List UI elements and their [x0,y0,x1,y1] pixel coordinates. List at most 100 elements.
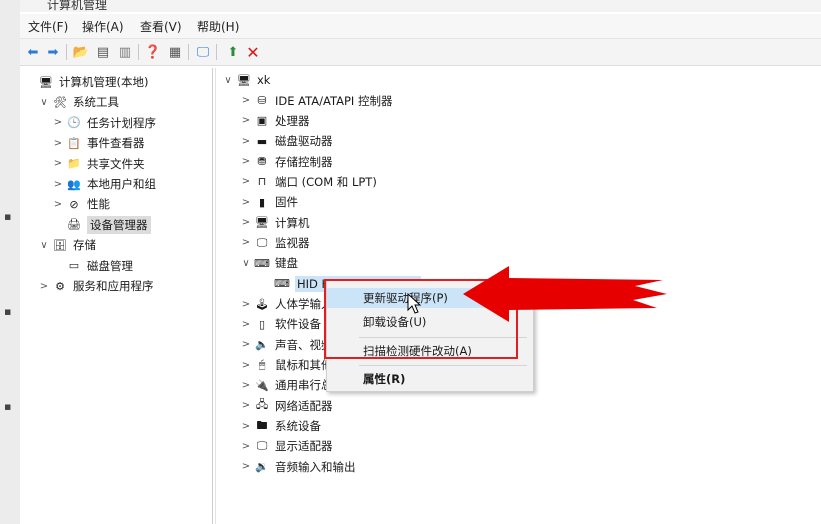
expand-arrow-icon[interactable]: > [240,176,252,187]
expand-arrow-icon[interactable]: > [240,115,252,126]
usb-icon: 🔌 [255,378,269,392]
device-category[interactable]: > 🖿 系统设备 [240,416,321,436]
expand-arrow-icon[interactable]: > [240,95,252,106]
audio-icon: 🔉 [255,460,269,474]
performance-icon: ⊘ [69,197,79,211]
nav-item-label: 服务和应用程序 [73,279,154,293]
toolbar-separator [138,44,139,60]
device-label: 网络适配器 [275,398,333,413]
nav-item[interactable]: > ⚙ 服务和应用程序 [38,276,154,296]
clock-icon: 🕒 [67,116,81,130]
device-category[interactable]: > ▯ 软件设备 [240,314,321,334]
expand-arrow-icon[interactable]: ∨ [38,97,50,108]
device-label: 键盘 [275,256,298,271]
device-category[interactable]: > ⛁ IDE ATA/ATAPI 控制器 [240,91,393,111]
desktop-edge: ▪ ▪ ▪ [0,0,21,524]
menu-action[interactable]: 操作(A) [82,18,124,35]
expand-arrow-icon[interactable]: > [240,400,252,411]
device-label: 显示适配器 [275,439,333,454]
uninstall-icon[interactable]: ✕ [244,43,262,62]
expand-arrow-icon[interactable]: > [52,117,64,128]
back-icon[interactable]: ⬅ [24,43,42,61]
menu-help[interactable]: 帮助(H) [197,18,239,35]
nav-item-label: 磁盘管理 [87,258,133,273]
toolbar-separator [188,44,189,60]
list-icon[interactable]: ▥ [116,43,134,61]
computer-icon: 🖥 [237,73,251,87]
properties-label: 属性(R) [363,372,406,386]
device-category[interactable]: > ▮ 固件 [240,192,298,212]
nav-item-label: 系统工具 [73,95,119,110]
monitor-icon[interactable]: 🖵 [194,43,212,61]
device-label: 端口 (COM 和 LPT) [275,174,377,189]
annotation-arrow-icon [463,266,667,322]
expand-arrow-icon[interactable]: > [240,197,252,208]
device-category[interactable]: > 🖧 网络适配器 [240,396,333,416]
device-label: 监视器 [275,235,310,250]
expand-arrow-icon[interactable]: > [52,158,64,169]
expand-arrow-icon[interactable]: > [240,136,252,147]
nav-item[interactable]: ∨ 🗄 存储 [38,235,96,255]
expand-arrow-icon[interactable]: > [240,380,252,391]
menu-view[interactable]: 查看(V) [140,18,182,35]
help-icon[interactable]: ❓ [144,43,162,61]
device-category[interactable]: > ▣ 处理器 [240,111,310,131]
device-label: 音频输入和输出 [275,459,356,474]
nav-item[interactable]: 🖨 设备管理器 [52,215,151,235]
menu-file[interactable]: 文件(F) [28,18,68,35]
expand-arrow-icon[interactable]: > [240,217,252,228]
properties-menu-item[interactable]: 属性(R) [327,369,533,389]
nav-item[interactable]: > 👥 本地用户和组 [52,174,156,194]
expand-arrow-icon[interactable]: > [240,237,252,248]
device-category[interactable]: > 🖥 计算机 [240,213,310,233]
expand-arrow-icon[interactable]: ∨ [38,240,50,251]
nav-item[interactable]: > 📋 事件查看器 [52,133,145,153]
expand-arrow-icon[interactable]: > [240,299,252,310]
up-folder-icon[interactable]: 📂 [72,43,90,61]
forward-icon[interactable]: ➡ [44,43,62,61]
device-category[interactable]: > 🖵 显示适配器 [240,436,333,456]
nav-item-label: 设备管理器 [87,215,151,234]
expand-arrow-icon[interactable]: > [240,156,252,167]
properties-icon[interactable]: ▦ [166,43,184,61]
expand-arrow-icon[interactable]: > [240,441,252,452]
expand-arrow-icon[interactable]: ∨ [240,258,252,269]
expand-arrow-icon[interactable]: > [240,461,252,472]
expand-arrow-icon[interactable]: > [240,339,252,350]
device-category[interactable]: > ▬ 磁盘驱动器 [240,131,333,151]
device-label: 存储控制器 [275,154,333,169]
keyboard-device-icon: ⌨ [274,277,290,291]
desktop-fragment: ▪ [4,210,12,223]
nav-item[interactable]: > 📁 共享文件夹 [52,154,145,174]
nav-item[interactable]: 🖥 计算机管理(本地) [24,72,148,92]
nav-item[interactable]: ∨ 🛠 系统工具 [38,92,119,112]
device-label: 系统设备 [275,419,321,434]
expand-arrow-icon[interactable]: > [52,199,64,210]
expand-arrow-icon[interactable]: > [52,138,64,149]
device-category[interactable]: > ⛃ 存储控制器 [240,152,333,172]
expand-arrow-icon[interactable]: > [240,360,252,371]
device-tree-root[interactable]: ∨ 🖥 xk [222,70,270,90]
update-driver-icon[interactable]: ⬆ [224,43,242,61]
expand-arrow-icon[interactable]: ∨ [222,75,234,86]
nav-item[interactable]: > 🕒 任务计划程序 [52,113,156,133]
device-category[interactable]: > ⊓ 端口 (COM 和 LPT) [240,172,377,192]
computer-name: xk [257,73,271,87]
expand-arrow-icon[interactable]: > [240,421,252,432]
device-label: 固件 [275,195,298,210]
device-category[interactable]: > 🖵 监视器 [240,233,310,253]
show-hide-tree-icon[interactable]: ▤ [94,43,112,61]
processor-icon: ▣ [256,114,268,128]
device-category[interactable]: > 🔉 音频输入和输出 [240,457,356,477]
keyboard-icon: ⌨ [254,256,270,270]
nav-item[interactable]: ▭ 磁盘管理 [52,256,133,276]
expand-arrow-icon[interactable]: > [38,281,50,292]
system-device-icon: 🖿 [256,418,268,432]
desktop-fragment: ▪ [4,305,12,318]
nav-item[interactable]: > ⊘ 性能 [52,194,110,214]
device-label: 计算机 [275,215,310,230]
expand-arrow-icon[interactable]: > [52,179,64,190]
expand-arrow-icon[interactable]: > [240,319,252,330]
device-category[interactable]: ∨ ⌨ 键盘 [240,253,298,273]
desktop-fragment: ▪ [4,400,12,413]
